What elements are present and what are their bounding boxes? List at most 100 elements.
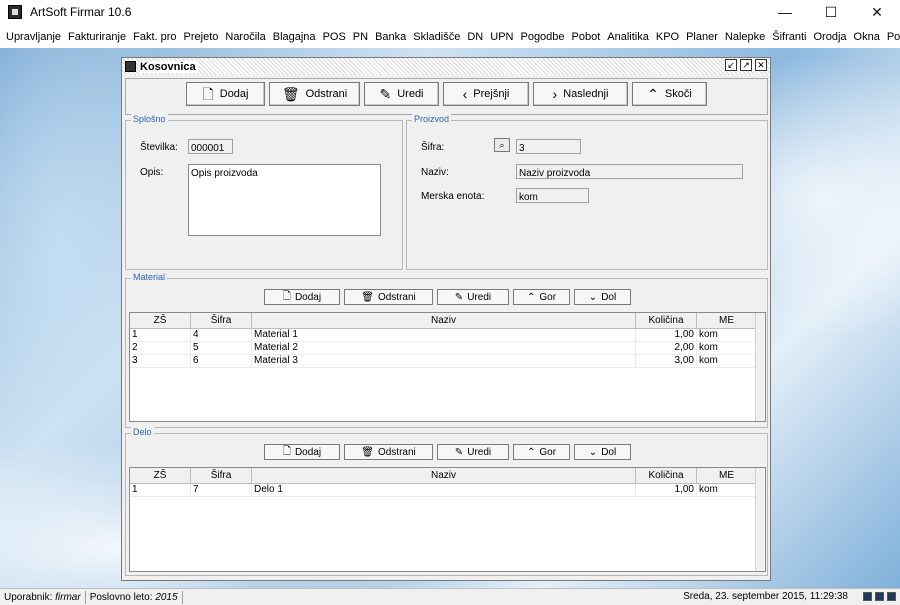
description-label: Opis: [140, 167, 164, 178]
menu-pomoc[interactable]: Pomoč [884, 31, 900, 43]
indicator-icon [887, 592, 896, 601]
status-bar: Uporabnik: firmar Poslovno leto: 2015 Sr… [0, 588, 900, 605]
product-group-label: Proizvod [412, 114, 452, 124]
menu-sifranti[interactable]: Šifranti [769, 31, 810, 43]
close-button[interactable]: ✕ [854, 0, 900, 24]
description-field[interactable]: Opis proizvoda [188, 164, 381, 236]
column-header[interactable]: Šifra [191, 468, 252, 483]
menu-orodja[interactable]: Orodja [811, 31, 851, 43]
chevron-down-icon: ⌄ [588, 446, 598, 458]
add-document-icon: 🗋 [282, 290, 291, 302]
jump-button[interactable]: ⌃ Skoči [632, 82, 707, 106]
work-up-button[interactable]: ⌃ Gor [513, 444, 570, 460]
indicator-icon [875, 592, 884, 601]
name-label: Naziv: [421, 167, 449, 178]
work-grid-header: ZŠ Šifra Naziv Količina ME [130, 468, 765, 484]
unit-field[interactable]: kom [516, 188, 589, 203]
child-window-controls: ↙ ↗ ✕ [725, 59, 767, 71]
next-button[interactable]: › Naslednji [533, 82, 628, 106]
material-grid-header: ZŠ Šifra Naziv Količina ME [130, 313, 765, 329]
work-edit-button[interactable]: ✎ Uredi [437, 444, 509, 460]
product-name-field[interactable]: Naziv proizvoda [516, 164, 743, 179]
trash-icon: 🗑 [281, 86, 300, 102]
menu-nalepke[interactable]: Nalepke [722, 31, 769, 43]
menu-fakturiranje[interactable]: Fakturiranje [65, 31, 130, 43]
work-remove-button[interactable]: 🗑 Odstrani [344, 444, 433, 460]
status-indicators [863, 592, 896, 601]
maximize-icon[interactable]: ↗ [740, 59, 752, 71]
table-row[interactable]: 3 6 Material 3 3,00 kom [130, 355, 765, 368]
menu-blagajna[interactable]: Blagajna [270, 31, 320, 43]
edit-icon: ✎ [454, 446, 464, 458]
menu-pn[interactable]: PN [350, 31, 372, 43]
material-remove-button[interactable]: 🗑 Odstrani [344, 289, 433, 305]
table-row[interactable]: 1 4 Material 1 1,00 kom [130, 329, 765, 342]
previous-button[interactable]: ‹ Prejšnji [443, 82, 529, 106]
menu-analitika[interactable]: Analitika [604, 31, 653, 43]
trash-icon: 🗑 [361, 446, 374, 458]
main-toolbar: 🗋 Dodaj 🗑 Odstrani ✎ Uredi ‹ Prejšnji › … [125, 78, 768, 115]
material-add-button[interactable]: 🗋 Dodaj [264, 289, 340, 305]
window-controls: — ☐ ✕ [762, 0, 900, 24]
table-row[interactable]: 1 7 Delo 1 1,00 kom [130, 484, 765, 497]
material-grid[interactable]: ZŠ Šifra Naziv Količina ME 1 4 Material … [129, 312, 766, 422]
menu-pogodbe[interactable]: Pogodbe [517, 31, 568, 43]
material-up-button[interactable]: ⌃ Gor [513, 289, 570, 305]
menu-fakt-pro[interactable]: Fakt. pro [130, 31, 180, 43]
material-down-button[interactable]: ⌄ Dol [574, 289, 631, 305]
menu-upravljanje[interactable]: Upravljanje [3, 31, 65, 43]
material-edit-button[interactable]: ✎ Uredi [437, 289, 509, 305]
column-header[interactable]: Naziv [252, 313, 636, 328]
menu-planer[interactable]: Planer [683, 31, 722, 43]
window-icon [125, 61, 136, 72]
status-user: Uporabnik: firmar [0, 590, 86, 604]
material-group: Material 🗋 Dodaj 🗑 Odstrani ✎ Uredi ⌃ Gor ⌄ D… [125, 272, 768, 428]
menu-dn[interactable]: DN [464, 31, 487, 43]
work-group-label: Delo [131, 427, 154, 437]
edit-icon: ✎ [454, 291, 464, 303]
table-row[interactable]: 2 5 Material 2 2,00 kom [130, 342, 765, 355]
column-header[interactable]: Šifra [191, 313, 252, 328]
remove-button[interactable]: 🗑 Odstrani [269, 82, 360, 106]
work-down-button[interactable]: ⌄ Dol [574, 444, 631, 460]
child-titlebar[interactable]: Kosovnica ↙ ↗ ✕ [122, 58, 770, 75]
edit-button[interactable]: ✎ Uredi [364, 82, 439, 106]
minimize-button[interactable]: — [762, 0, 808, 24]
column-header[interactable]: Naziv [252, 468, 636, 483]
column-header[interactable]: ME [697, 468, 757, 483]
menu-okna[interactable]: Okna [851, 31, 884, 43]
app-title: ArtSoft Firmar 10.6 [30, 5, 132, 19]
menu-pobot[interactable]: Pobot [569, 31, 605, 43]
chevron-up-icon: ⌃ [526, 446, 536, 458]
product-code-field[interactable]: 3 [516, 139, 581, 154]
column-header[interactable]: Količina [636, 468, 697, 483]
material-scrollbar[interactable] [755, 313, 765, 421]
work-grid[interactable]: ZŠ Šifra Naziv Količina ME 1 7 Delo 1 1,… [129, 467, 766, 572]
chevron-right-icon: › [552, 86, 558, 102]
work-scrollbar[interactable] [755, 468, 765, 571]
menu-banka[interactable]: Banka [372, 31, 410, 43]
column-header[interactable]: ZŠ [130, 468, 191, 483]
add-button[interactable]: 🗋 Dodaj [186, 82, 265, 106]
menu-pos[interactable]: POS [320, 31, 350, 43]
restore-icon[interactable]: ↙ [725, 59, 737, 71]
menu-kpo[interactable]: KPO [653, 31, 683, 43]
menu-upn[interactable]: UPN [487, 31, 517, 43]
column-header[interactable]: ME [697, 313, 757, 328]
child-title: Kosovnica [140, 60, 199, 73]
column-header[interactable]: Količina [636, 313, 697, 328]
work-add-button[interactable]: 🗋 Dodaj [264, 444, 340, 460]
maximize-button[interactable]: ☐ [808, 0, 854, 24]
indicator-icon [863, 592, 872, 601]
menu-skladisce[interactable]: Skladišče [410, 31, 464, 43]
material-group-label: Material [131, 272, 168, 282]
trash-icon: 🗑 [361, 291, 374, 303]
menu-narocila[interactable]: Naročila [222, 31, 269, 43]
number-field[interactable]: 000001 [188, 139, 233, 154]
app-titlebar: ArtSoft Firmar 10.6 — ☐ ✕ [0, 0, 900, 24]
close-icon[interactable]: ✕ [755, 59, 767, 71]
column-header[interactable]: ZŠ [130, 313, 191, 328]
search-icon[interactable]: ⌕ [494, 138, 510, 152]
menu-bar: Upravljanje Fakturiranje Fakt. pro Preje… [0, 27, 900, 47]
menu-prejeto[interactable]: Prejeto [181, 31, 223, 43]
